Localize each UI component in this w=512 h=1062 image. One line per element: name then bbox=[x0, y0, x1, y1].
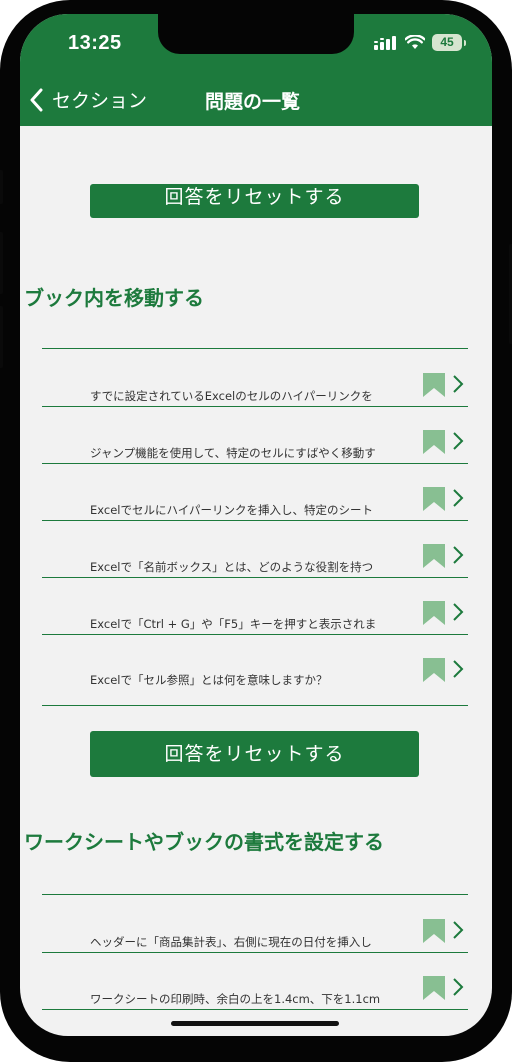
section-title: ワークシートやブックの書式を設定する bbox=[24, 830, 384, 854]
question-row[interactable]: Excelで「名前ボックス」とは、どのような役割を持つ bbox=[42, 521, 468, 578]
question-text: Excelで「名前ボックス」とは、どのような役割を持つ bbox=[90, 560, 374, 574]
question-text: すでに設定されているExcelのセルのハイパーリンクを bbox=[90, 389, 373, 403]
home-indicator[interactable] bbox=[171, 1021, 339, 1026]
chevron-right-icon bbox=[453, 660, 464, 678]
signal-icon bbox=[374, 35, 396, 50]
question-text: ワークシートの印刷時、余白の上を1.4cm、下を1.1cm bbox=[90, 992, 381, 1006]
chevron-right-icon bbox=[453, 489, 464, 507]
question-text: ヘッダーに「商品集計表」、右側に現在の日付を挿入し bbox=[90, 935, 372, 949]
bookmark-icon[interactable] bbox=[423, 544, 445, 568]
question-text: Excelで「Ctrl + G」や「F5」キーを押すと表示されま bbox=[90, 617, 377, 631]
question-row[interactable]: ヘッダーに「商品集計表」、右側に現在の日付を挿入し bbox=[42, 896, 468, 953]
back-button[interactable]: セクション bbox=[30, 86, 147, 113]
phone-frame: 13:25 45 セクション 問題の一覧 回答をリセットする ブック内を移動する… bbox=[0, 0, 512, 1062]
chevron-right-icon bbox=[453, 603, 464, 621]
volume-down-button bbox=[0, 306, 3, 368]
status-icons: 45 bbox=[374, 34, 466, 51]
chevron-left-icon bbox=[30, 88, 43, 111]
battery-indicator: 45 bbox=[432, 34, 466, 51]
question-text: ジャンプ機能を使用して、特定のセルにすばやく移動す bbox=[90, 446, 376, 460]
top-bar: 13:25 45 セクション 問題の一覧 bbox=[20, 14, 492, 126]
bookmark-icon[interactable] bbox=[423, 487, 445, 511]
question-text: Excelで「セル参照」とは何を意味しますか？ bbox=[90, 673, 328, 687]
bookmark-icon[interactable] bbox=[423, 373, 445, 397]
question-row[interactable]: ジャンプ機能を使用して、特定のセルにすばやく移動す bbox=[42, 407, 468, 464]
section-divider bbox=[42, 894, 468, 895]
question-row[interactable]: ワークシートの印刷時、余白の上を1.4cm、下を1.1cm bbox=[42, 953, 468, 1010]
screen: 13:25 45 セクション 問題の一覧 回答をリセットする ブック内を移動する… bbox=[20, 14, 492, 1036]
chevron-right-icon bbox=[453, 978, 464, 996]
question-row[interactable]: Excelで「Ctrl + G」や「F5」キーを押すと表示されま bbox=[42, 578, 468, 635]
row-divider bbox=[42, 1009, 468, 1010]
row-divider bbox=[42, 705, 468, 706]
chevron-right-icon bbox=[453, 546, 464, 564]
status-time: 13:25 bbox=[68, 32, 122, 54]
page-title: 問題の一覧 bbox=[205, 91, 301, 113]
bookmark-icon[interactable] bbox=[423, 430, 445, 454]
section-title: ブック内を移動する bbox=[24, 286, 204, 310]
reset-answers-button[interactable]: 回答をリセットする bbox=[90, 731, 419, 777]
bookmark-icon[interactable] bbox=[423, 919, 445, 943]
wifi-icon bbox=[405, 35, 425, 49]
chevron-right-icon bbox=[453, 921, 464, 939]
question-list[interactable]: 回答をリセットする ブック内を移動する すでに設定されているExcelのセルのハ… bbox=[20, 126, 492, 1036]
volume-up-button bbox=[0, 232, 3, 294]
question-row[interactable]: Excelでセルにハイパーリンクを挿入し、特定のシート bbox=[42, 464, 468, 521]
section-divider bbox=[42, 348, 468, 349]
dynamic-island bbox=[158, 14, 354, 54]
back-label: セクション bbox=[52, 90, 148, 112]
bookmark-icon[interactable] bbox=[423, 601, 445, 625]
action-button bbox=[0, 170, 3, 204]
bookmark-icon[interactable] bbox=[423, 976, 445, 1000]
question-row[interactable]: すでに設定されているExcelのセルのハイパーリンクを bbox=[42, 350, 468, 407]
question-row[interactable]: Excelで「セル参照」とは何を意味しますか？ bbox=[42, 635, 468, 706]
question-text: Excelでセルにハイパーリンクを挿入し、特定のシート bbox=[90, 503, 373, 517]
reset-answers-button-top[interactable]: 回答をリセットする bbox=[90, 184, 419, 218]
bookmark-icon[interactable] bbox=[423, 658, 445, 682]
chevron-right-icon bbox=[453, 432, 464, 450]
chevron-right-icon bbox=[453, 375, 464, 393]
